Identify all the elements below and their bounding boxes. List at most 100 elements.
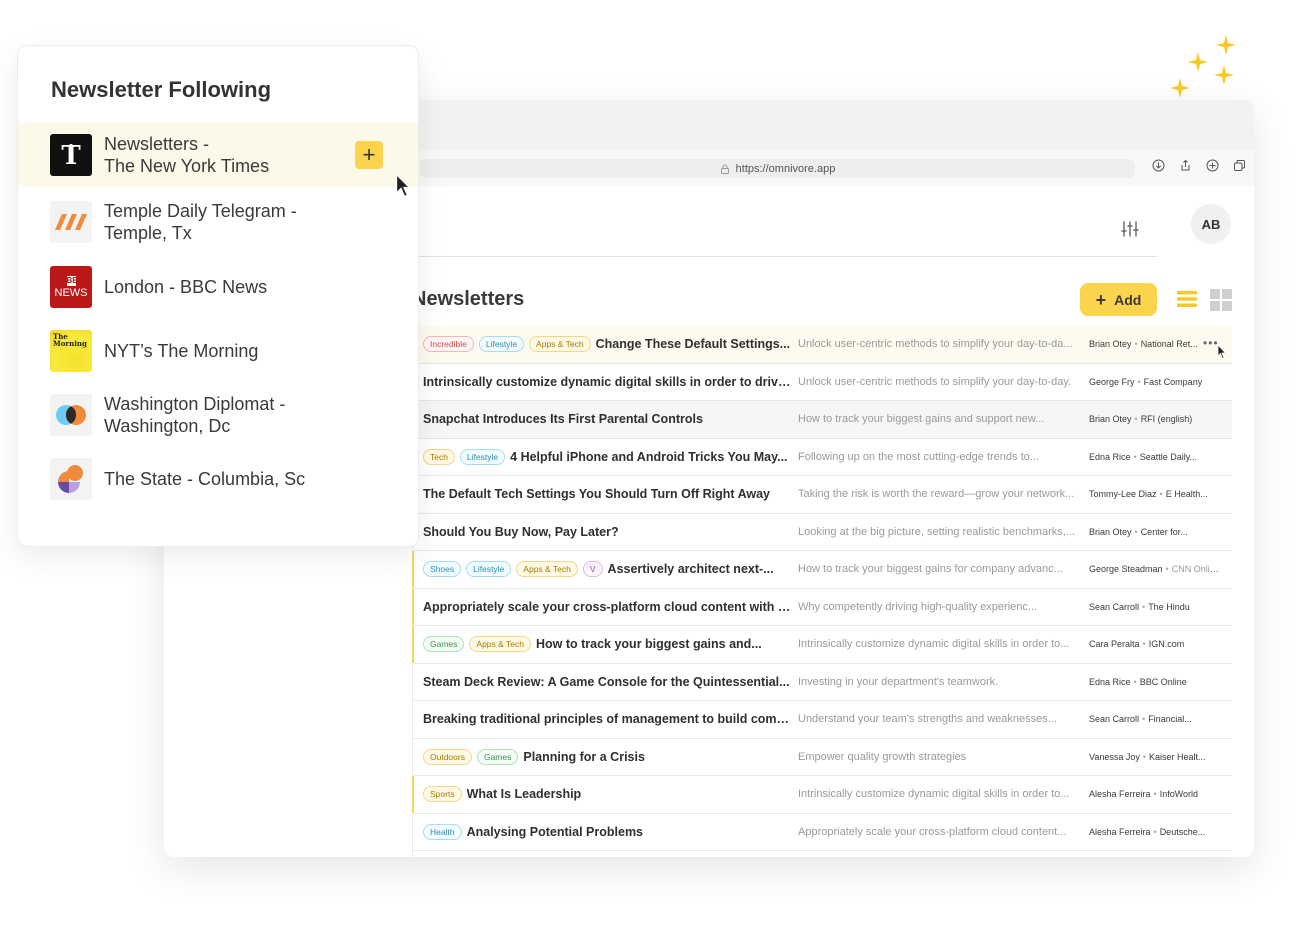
item-title: Appropriately scale your cross-platform … xyxy=(423,599,795,614)
item-description: Looking at the big picture, setting real… xyxy=(798,525,1075,538)
item-description: Empower quality growth strategies xyxy=(798,750,967,763)
list-item[interactable]: Appropriately scale your cross-platform … xyxy=(412,588,1232,626)
label-tag[interactable]: Outdoors xyxy=(423,748,472,765)
item-description: Following up on the most cutting-edge tr… xyxy=(798,450,1039,463)
newsletter-item-the-morning[interactable]: The Morning NYT’s The Morning xyxy=(18,319,418,383)
label-tag[interactable]: Shoes xyxy=(423,561,462,578)
item-title: How to track your biggest gains and... xyxy=(535,637,762,652)
label-tag[interactable]: V xyxy=(582,561,603,578)
label-tag[interactable]: Apps & Tech xyxy=(516,561,578,578)
item-title: Intrinsically customize dynamic digital … xyxy=(423,374,795,389)
item-publisher: IGN.com xyxy=(1148,639,1185,650)
item-title: 4 Helpful iPhone and Android Tricks You … xyxy=(510,449,788,464)
item-title-cell: Snapchat Introduces Its First Parental C… xyxy=(423,412,795,426)
item-title: Assertively architect next-... xyxy=(607,562,774,577)
newsletter-list: Incredible Lifestyle Apps & Tech Change The… xyxy=(412,326,1232,851)
item-author: Edna Rice xyxy=(1089,451,1131,462)
follow-button[interactable]: + xyxy=(355,141,383,169)
item-meta: Alesha Ferreira • InfoWorld xyxy=(1089,789,1219,799)
list-item[interactable]: Steam Deck Review: A Game Console for th… xyxy=(414,664,1232,701)
list-item[interactable]: Sports What Is Leadership Intrinsically cu… xyxy=(412,776,1232,814)
item-description: Unlock user-centric methods to simplify … xyxy=(798,338,1073,351)
download-icon[interactable] xyxy=(1152,159,1165,172)
list-item[interactable]: Tech Lifestyle 4 Helpful iPhone and Androi… xyxy=(414,439,1232,476)
tabs-overview-icon[interactable] xyxy=(1233,159,1246,172)
list-item[interactable]: Games Apps & Tech How to track your bigges… xyxy=(412,626,1232,664)
item-description: Why competently driving high-quality exp… xyxy=(798,600,1038,613)
new-tab-icon[interactable] xyxy=(1206,159,1219,172)
item-title-cell: Sports What Is Leadership xyxy=(423,786,795,803)
list-item[interactable]: Should You Buy Now, Pay Later? Looking at… xyxy=(414,514,1232,551)
item-title: The Default Tech Settings You Should Tur… xyxy=(423,487,770,502)
item-author: Vanessa Joy xyxy=(1089,751,1140,762)
separator-dot: • xyxy=(1133,451,1137,462)
list-item[interactable]: Shoes Lifestyle Apps & Tech V Assertively ar… xyxy=(412,551,1232,589)
item-title: Snapchat Introduces Its First Parental C… xyxy=(423,412,703,427)
mouse-cursor-icon xyxy=(1217,344,1227,359)
item-meta: Alesha Ferreira • Deutsche... xyxy=(1089,827,1219,837)
label-tag[interactable]: Games xyxy=(423,636,465,653)
list-item[interactable]: Health Analysing Potential Problems Approp… xyxy=(414,814,1232,851)
item-title-cell: Appropriately scale your cross-platform … xyxy=(423,600,795,614)
newsletter-item-washington-diplomat[interactable]: Washington Diplomat - Washington, Dc xyxy=(18,383,418,447)
item-title-cell: Incredible Lifestyle Apps & Tech Change The… xyxy=(423,336,795,353)
newsletter-item-temple[interactable]: Temple Daily Telegram - Temple, Tx xyxy=(18,190,418,254)
label-tag[interactable]: Tech xyxy=(423,448,455,465)
label-tag[interactable]: Apps & Tech xyxy=(529,336,591,353)
list-item[interactable]: Outdoors Games Planning for a Crisis Empowe… xyxy=(414,739,1232,776)
newsletter-item-label: London - BBC News xyxy=(104,277,268,297)
item-author: George Steadman xyxy=(1089,564,1163,575)
item-publisher: Kaiser Healt... xyxy=(1149,751,1206,762)
item-author: Brian Otey xyxy=(1089,339,1132,350)
newsletter-item-bbc[interactable]: BBC NEWS London - BBC News xyxy=(18,255,418,319)
label-tag[interactable]: Lifestyle xyxy=(466,561,512,578)
list-item[interactable]: Intrinsically customize dynamic digital … xyxy=(414,364,1232,401)
label-tag[interactable]: Health xyxy=(423,823,462,840)
item-author: Alesha Ferreira xyxy=(1089,826,1151,837)
item-title-cell: Steam Deck Review: A Game Console for th… xyxy=(423,675,795,689)
separator-dot: • xyxy=(1153,789,1157,800)
label-tag[interactable]: Incredible xyxy=(423,336,474,353)
list-item[interactable]: Snapchat Introduces Its First Parental C… xyxy=(414,401,1232,439)
item-description: How to track your biggest gains and supp… xyxy=(798,413,1045,426)
list-item[interactable]: The Default Tech Settings You Should Tur… xyxy=(414,476,1232,514)
label-tag[interactable]: Games xyxy=(476,748,519,765)
item-author: Sean Carroll xyxy=(1089,601,1140,612)
item-meta: Tommy-Lee Diaz • E Health... xyxy=(1089,489,1219,499)
item-author: Brian Otey xyxy=(1089,414,1132,425)
nyt-logo-icon: T xyxy=(50,134,92,176)
item-title: What Is Leadership xyxy=(466,787,582,802)
label-tag[interactable]: Apps & Tech xyxy=(469,636,531,653)
temple-telegram-logo-icon xyxy=(50,201,92,243)
item-meta: Sean Carroll • The Hindu xyxy=(1089,602,1219,612)
item-description: Intrinsically customize dynamic digital … xyxy=(798,788,1070,801)
newsletter-item-the-state[interactable]: The State - Columbia, Sc xyxy=(18,447,418,511)
the-morning-logo-icon: The Morning xyxy=(50,330,92,372)
list-item[interactable]: Incredible Lifestyle Apps & Tech Change The… xyxy=(414,326,1232,364)
list-item[interactable]: Breaking traditional principles of manag… xyxy=(414,701,1232,739)
item-publisher: E Health... xyxy=(1165,489,1208,500)
address-bar[interactable]: https://omnivore.app xyxy=(420,159,1135,178)
item-author: Tommy-Lee Diaz xyxy=(1089,489,1157,500)
list-view-icon[interactable] xyxy=(1177,289,1197,309)
item-description: Intrinsically customize dynamic digital … xyxy=(798,638,1070,651)
label-tag[interactable]: Lifestyle xyxy=(459,448,506,465)
item-publisher: National Ret... xyxy=(1140,339,1198,350)
item-description: How to track your biggest gains for comp… xyxy=(798,563,1063,576)
newsletter-following-panel: Newsletter Following T Newsletters - The… xyxy=(17,45,419,547)
item-publisher: Center for... xyxy=(1140,526,1188,537)
item-description: Investing in your department's teamwork. xyxy=(798,675,999,688)
item-author: Edna Rice xyxy=(1089,676,1131,687)
lock-icon xyxy=(720,164,729,174)
separator-dot: • xyxy=(1159,489,1163,500)
add-button[interactable]: + Add xyxy=(1080,283,1157,316)
label-tag[interactable]: Sports xyxy=(423,786,462,803)
grid-view-icon[interactable] xyxy=(1210,289,1232,311)
avatar[interactable]: AB xyxy=(1191,204,1231,244)
newsletter-item-nyt[interactable]: T Newsletters - The New York Times + xyxy=(18,123,418,187)
filter-icon[interactable] xyxy=(1120,219,1140,239)
item-author: Cara Peralta xyxy=(1089,639,1140,650)
label-tag[interactable]: Lifestyle xyxy=(478,336,525,353)
share-icon[interactable] xyxy=(1179,159,1192,172)
item-publisher: BBC Online xyxy=(1139,676,1187,687)
